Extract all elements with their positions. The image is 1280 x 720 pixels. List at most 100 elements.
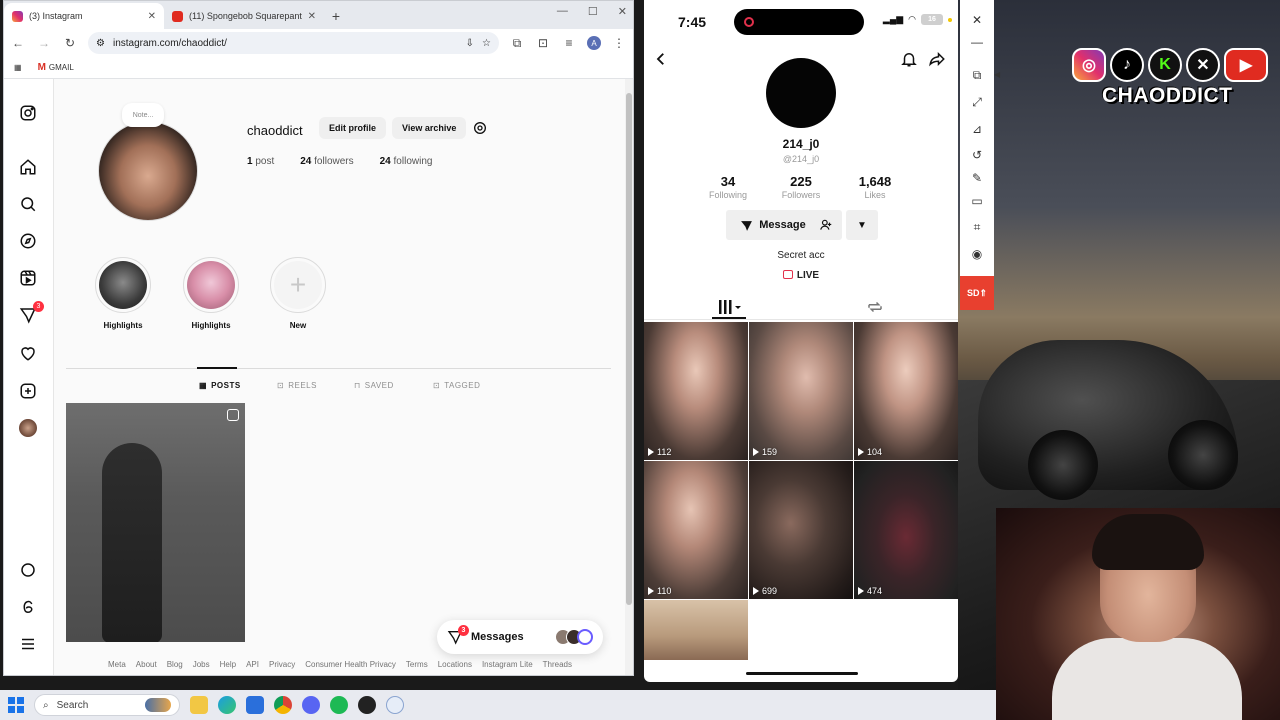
nav-profile-avatar[interactable] (18, 418, 38, 438)
rotate-icon[interactable]: ↺ (969, 147, 985, 163)
back-chevron-icon[interactable] (652, 50, 670, 68)
posts-count[interactable]: 1 post (247, 156, 274, 167)
footer-link[interactable]: Locations (438, 660, 472, 669)
record-icon[interactable]: ◉ (969, 246, 985, 262)
close-window-icon[interactable]: ✕ (618, 5, 627, 18)
messages-send-icon[interactable]: 3 (18, 301, 44, 325)
menu-kebab-icon[interactable]: ⋮ (611, 35, 627, 51)
footer-link[interactable]: API (246, 660, 259, 669)
tab-posts[interactable]: ▦ POSTS (199, 381, 241, 390)
message-button[interactable]: Message (726, 210, 820, 240)
view-archive-button[interactable]: View archive (392, 117, 467, 139)
add-friend-button[interactable] (810, 210, 842, 240)
share-arrow-icon[interactable] (928, 50, 946, 68)
address-bar[interactable]: ⚙ instagram.com/chaoddict/ ⇩ ☆ (88, 32, 499, 54)
tiktok-profile-avatar[interactable] (766, 58, 836, 128)
create-plus-icon[interactable] (18, 381, 38, 401)
pen-icon[interactable]: ✎ (969, 170, 985, 186)
highlight-item[interactable]: Highlights (181, 257, 241, 330)
phone-link-icon[interactable] (386, 696, 404, 714)
reels-icon[interactable] (18, 268, 38, 288)
profile-picture[interactable] (98, 121, 198, 221)
footer-link[interactable]: Blog (167, 660, 183, 669)
media-controls-icon[interactable]: ≡ (561, 35, 577, 51)
page-scrollbar[interactable] (625, 79, 633, 675)
video-thumbnail[interactable]: 474 (854, 461, 958, 599)
window-mode-icon[interactable]: ▭ (969, 193, 985, 209)
extensions-icon[interactable]: ⧉ (509, 35, 525, 51)
stat-likes[interactable]: 1,648 Likes (835, 174, 915, 200)
close-icon[interactable]: ✕ (308, 11, 316, 22)
videos-grid-tab-icon[interactable] (718, 298, 742, 316)
repost-tab-icon[interactable] (866, 298, 884, 316)
forward-icon[interactable]: → (36, 35, 52, 51)
footer-link[interactable]: Threads (543, 660, 572, 669)
explore-compass-icon[interactable] (18, 231, 38, 251)
post-thumbnail[interactable] (66, 403, 245, 642)
screen-cast-icon[interactable]: ⧉ (969, 67, 985, 83)
video-thumbnail[interactable]: 159 (749, 322, 853, 460)
profile-avatar[interactable]: A (587, 36, 601, 50)
footer-link[interactable]: Terms (406, 660, 428, 669)
search-icon[interactable] (18, 194, 38, 214)
taskbar-search[interactable]: ⌕ Search (34, 694, 180, 716)
minimize-icon[interactable]: — (557, 5, 568, 18)
stat-following[interactable]: 34 Following (688, 174, 768, 200)
minimize-icon[interactable]: — (969, 34, 985, 50)
notifications-heart-icon[interactable] (18, 343, 38, 363)
video-thumbnail[interactable] (644, 600, 748, 660)
screenshot-icon[interactable]: ⊡ (535, 35, 551, 51)
file-explorer-icon[interactable] (190, 696, 208, 714)
install-app-icon[interactable]: ⇩ (466, 38, 474, 49)
live-link[interactable]: LIVE (644, 270, 958, 281)
threads-icon[interactable] (18, 597, 38, 617)
windows-start-icon[interactable] (8, 697, 24, 713)
obs-icon[interactable] (358, 696, 376, 714)
footer-link[interactable]: Instagram Lite (482, 660, 533, 669)
highlight-item[interactable]: Highlights (93, 257, 153, 330)
chrome-icon[interactable] (274, 696, 292, 714)
video-thumbnail[interactable]: 699 (749, 461, 853, 599)
crop-icon[interactable]: ⌗ (969, 219, 985, 235)
pin-icon[interactable]: ⊿ (969, 121, 985, 137)
more-menu-icon[interactable] (18, 634, 38, 654)
footer-link[interactable]: About (136, 660, 157, 669)
new-highlight-button[interactable]: + New (268, 257, 328, 330)
tab-tagged[interactable]: ⊡ TAGGED (433, 381, 480, 390)
tab-saved[interactable]: ⊓ SAVED (354, 381, 394, 390)
more-dropdown-button[interactable]: ▼ (846, 210, 878, 240)
instagram-logo-icon[interactable] (18, 103, 38, 123)
settings-gear-icon[interactable] (472, 120, 488, 136)
maximize-icon[interactable]: ☐ (588, 5, 598, 18)
note-bubble[interactable]: Note... (122, 103, 164, 127)
edge-browser-icon[interactable] (218, 696, 236, 714)
home-indicator[interactable] (746, 672, 858, 675)
messages-button[interactable]: 3 Messages (437, 620, 603, 654)
discord-icon[interactable] (302, 696, 320, 714)
fullscreen-icon[interactable]: ⤢ (969, 94, 985, 110)
new-tab-button[interactable]: + (324, 3, 348, 29)
footer-link[interactable]: Jobs (193, 660, 210, 669)
footer-link[interactable]: Help (220, 660, 236, 669)
following-count[interactable]: 24 following (380, 156, 433, 167)
apps-grid-icon[interactable]: ▦ (14, 63, 22, 72)
close-icon[interactable]: ✕ (969, 12, 985, 28)
tab-reels[interactable]: ⊡ REELS (277, 381, 317, 390)
meta-ai-icon[interactable] (18, 560, 38, 580)
footer-link[interactable]: Meta (108, 660, 126, 669)
footer-link[interactable]: Privacy (269, 660, 295, 669)
close-icon[interactable]: ✕ (148, 11, 156, 22)
followers-count[interactable]: 24 followers (300, 156, 353, 167)
bell-icon[interactable] (900, 50, 918, 68)
collapse-toolbar-icon[interactable]: ◀ (994, 70, 1002, 88)
stat-followers[interactable]: 225 Followers (761, 174, 841, 200)
bookmark-gmail[interactable]: M GMAIL (38, 62, 74, 73)
site-info-icon[interactable]: ⚙ (96, 38, 105, 49)
scrollbar-thumb[interactable] (626, 93, 632, 605)
reload-icon[interactable]: ↻ (62, 35, 78, 51)
video-thumbnail[interactable]: 104 (854, 322, 958, 460)
edit-profile-button[interactable]: Edit profile (319, 117, 386, 139)
bookmark-star-icon[interactable]: ☆ (482, 38, 491, 49)
spotify-icon[interactable] (330, 696, 348, 714)
video-thumbnail[interactable]: 110 (644, 461, 748, 599)
